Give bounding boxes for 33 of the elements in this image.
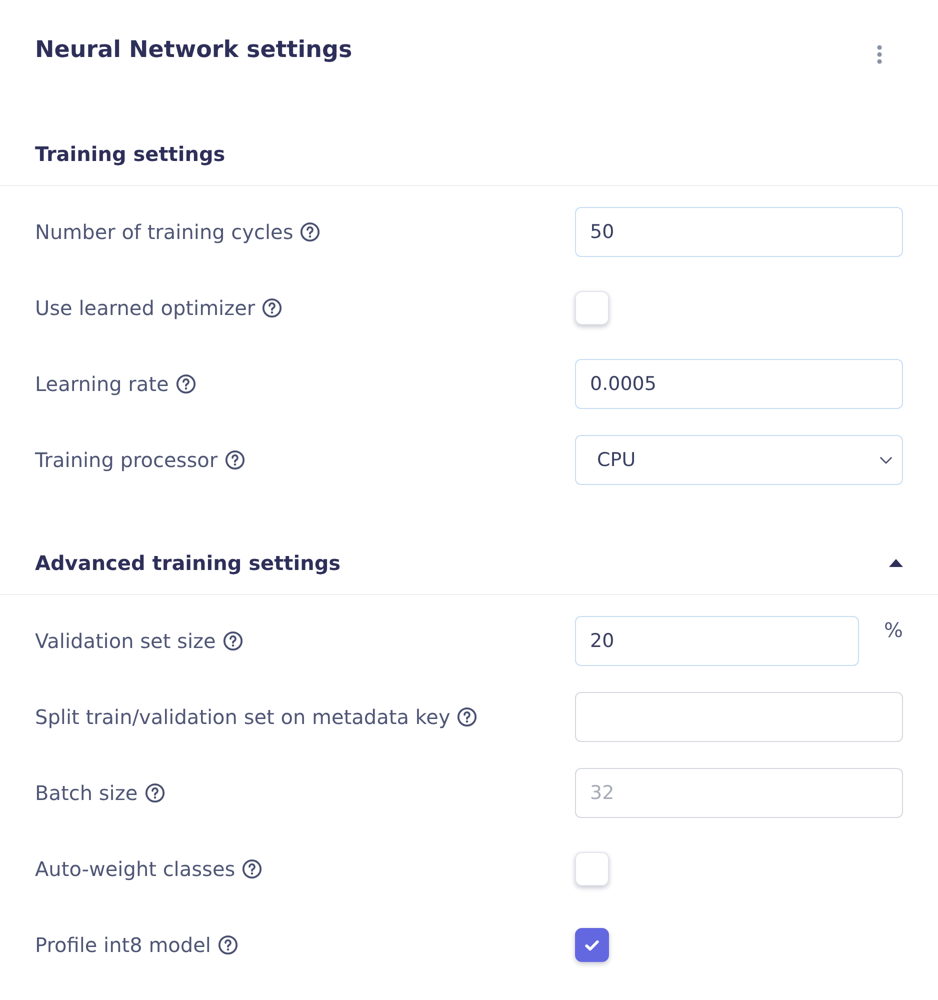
help-icon[interactable] xyxy=(457,707,478,727)
input-field[interactable]: 50 xyxy=(575,207,903,257)
processor-dropdown[interactable]: CPU xyxy=(575,435,903,485)
input-field[interactable]: 20 xyxy=(575,616,859,666)
checkmark-icon xyxy=(585,940,599,950)
unit-label: % xyxy=(884,617,903,642)
input-field[interactable]: 32 xyxy=(575,768,903,818)
help-icon[interactable] xyxy=(300,222,320,242)
field-label: Learning rate xyxy=(35,372,169,396)
field-label: Training processor xyxy=(35,448,218,472)
caret-icon[interactable] xyxy=(889,559,903,567)
field-label: Validation set size xyxy=(35,629,216,653)
help-icon[interactable] xyxy=(262,298,282,318)
help-icon[interactable] xyxy=(176,374,196,394)
field-label: Batch size xyxy=(35,781,138,805)
section-heading: Advanced training settings xyxy=(35,550,341,577)
more-menu-icon[interactable] xyxy=(877,45,882,64)
help-icon[interactable] xyxy=(218,935,238,955)
field-label: Use learned optimizer xyxy=(35,296,256,320)
input-field[interactable]: 0.0005 xyxy=(575,359,903,409)
field-label: Auto-weight classes xyxy=(35,857,236,881)
input-field[interactable] xyxy=(575,692,903,742)
section-heading: Training settings xyxy=(35,141,226,168)
help-icon[interactable] xyxy=(144,783,165,803)
field-label: Profile int8 model xyxy=(35,933,211,957)
help-icon[interactable] xyxy=(224,450,245,470)
panel-title: Neural Network settings xyxy=(35,36,352,65)
help-icon[interactable] xyxy=(222,631,243,651)
chevron-down-icon xyxy=(880,456,892,464)
checkbox[interactable] xyxy=(575,928,609,962)
field-label: Split train/validation set on metadata key xyxy=(35,705,450,729)
help-icon[interactable] xyxy=(242,859,262,879)
field-label: Number of training cycles xyxy=(35,220,294,244)
